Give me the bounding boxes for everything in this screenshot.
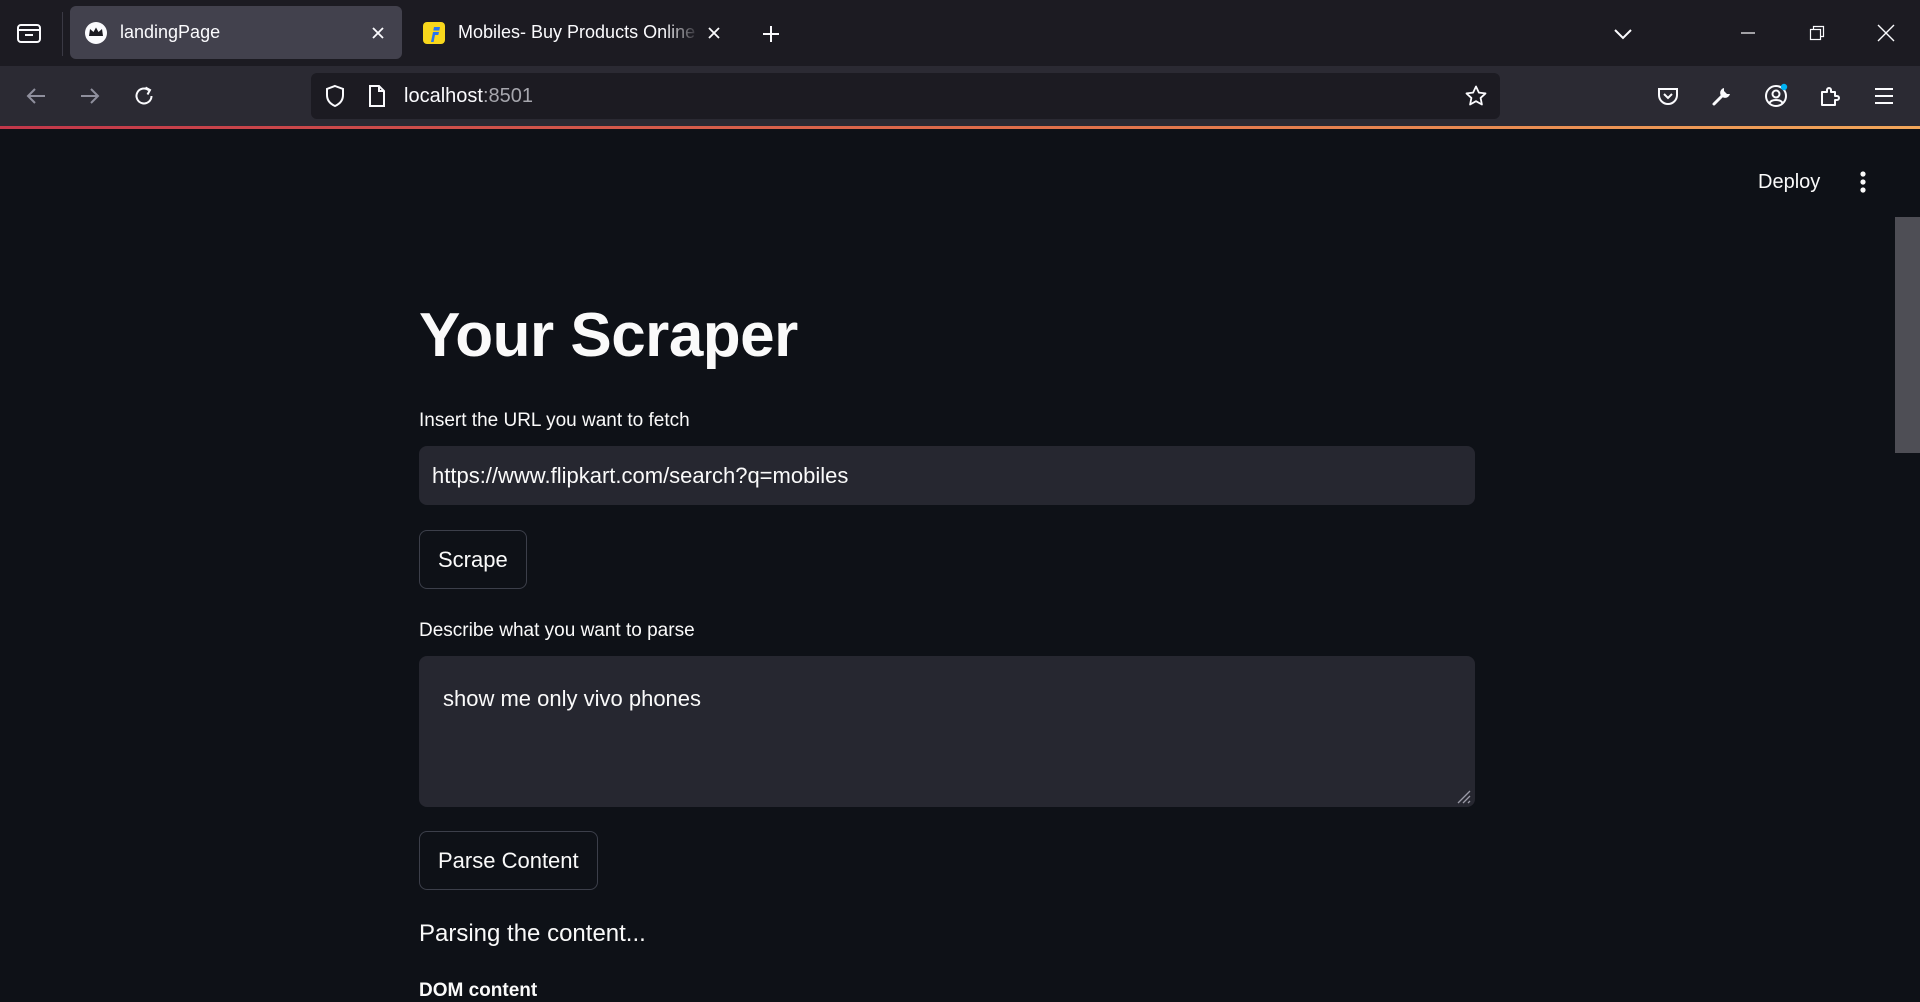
resize-grip-icon[interactable] bbox=[1453, 786, 1471, 804]
navigation-toolbar: localhost:8501 bbox=[0, 66, 1920, 126]
window-close-icon[interactable] bbox=[1866, 14, 1906, 52]
close-tab-icon[interactable] bbox=[700, 19, 728, 47]
minimize-icon[interactable] bbox=[1728, 14, 1768, 52]
app-menu-hamburger-icon[interactable] bbox=[1866, 78, 1902, 114]
tab-flipkart-mobiles[interactable]: Mobiles- Buy Products Online at Best Pri… bbox=[408, 6, 738, 59]
page-info-icon[interactable] bbox=[363, 82, 391, 110]
developer-tools-wrench-icon[interactable] bbox=[1704, 78, 1740, 114]
parse-content-button[interactable]: Parse Content bbox=[419, 831, 598, 890]
url-host: localhost bbox=[404, 85, 483, 107]
url-input[interactable] bbox=[419, 446, 1475, 505]
close-tab-icon[interactable] bbox=[364, 19, 392, 47]
tab-divider bbox=[62, 12, 63, 56]
reload-icon[interactable] bbox=[126, 78, 162, 114]
back-arrow-icon[interactable] bbox=[18, 78, 54, 114]
new-tab-plus-icon[interactable] bbox=[756, 19, 786, 49]
firefox-view-icon[interactable] bbox=[14, 19, 44, 47]
address-bar[interactable]: localhost:8501 bbox=[311, 73, 1500, 119]
main-menu-kebab-icon[interactable] bbox=[1846, 166, 1880, 198]
status-text: Parsing the content... bbox=[419, 920, 646, 947]
page-load-progress-bar bbox=[0, 126, 1920, 129]
page-title: Your Scraper bbox=[419, 301, 798, 370]
flipkart-icon bbox=[422, 21, 446, 45]
forward-arrow-icon[interactable] bbox=[72, 78, 108, 114]
dom-content-label: DOM content bbox=[419, 980, 538, 1001]
restore-icon[interactable] bbox=[1797, 14, 1837, 52]
scrape-button[interactable]: Scrape bbox=[419, 530, 527, 589]
tab-bar: landingPage Mobiles- Buy Products Online… bbox=[0, 0, 1920, 66]
tab-landing-page[interactable]: landingPage bbox=[70, 6, 402, 59]
bookmark-star-icon[interactable] bbox=[1462, 82, 1490, 110]
url-text[interactable]: localhost:8501 bbox=[404, 85, 533, 108]
parse-description-textarea[interactable]: show me only vivo phones bbox=[419, 656, 1475, 807]
list-all-tabs-chevron-icon[interactable] bbox=[1608, 19, 1638, 49]
tab-title: Mobiles- Buy Products Online at Best Pri… bbox=[458, 22, 700, 42]
extensions-puzzle-icon[interactable] bbox=[1812, 78, 1848, 114]
deploy-button[interactable]: Deploy bbox=[1746, 166, 1832, 198]
url-port: :8501 bbox=[482, 85, 533, 107]
account-icon[interactable] bbox=[1758, 78, 1794, 114]
url-input-label: Insert the URL you want to fetch bbox=[419, 410, 690, 431]
tab-title: landingPage bbox=[120, 22, 221, 42]
page-scrollbar-thumb[interactable] bbox=[1895, 217, 1920, 453]
streamlit-crown-icon bbox=[84, 21, 108, 45]
pocket-icon[interactable] bbox=[1650, 78, 1686, 114]
tracking-protection-shield-icon[interactable] bbox=[321, 82, 349, 110]
parse-description-label: Describe what you want to parse bbox=[419, 620, 695, 641]
